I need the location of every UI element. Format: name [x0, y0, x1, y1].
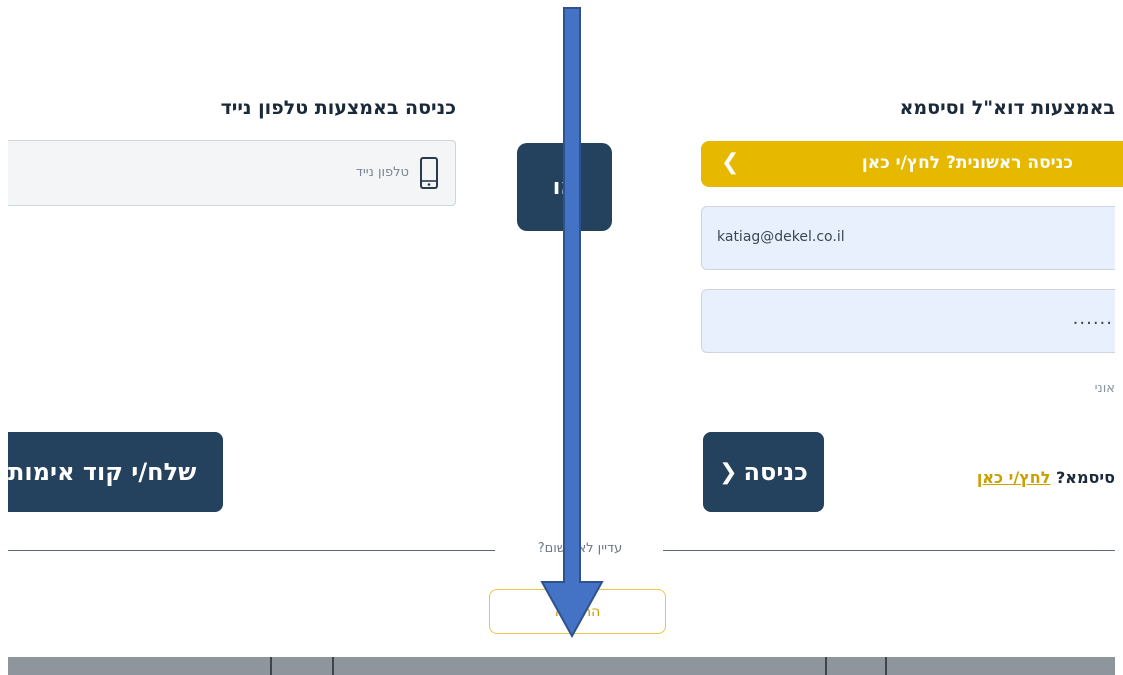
bottom-bar-separator	[270, 657, 272, 675]
bottom-bar-separator	[885, 657, 887, 675]
phone-placeholder: טלפון נייד	[355, 165, 409, 180]
bottom-bar-separator	[332, 657, 334, 675]
login-button[interactable]: כניסה ❮	[703, 432, 824, 512]
phone-login-heading: כניסה באמצעות טלפון נייד	[220, 97, 456, 119]
down-arrow-annotation	[540, 7, 604, 639]
first-login-label: כניסה ראשונית? לחץ/י כאן	[861, 153, 1073, 173]
bottom-bar-separator	[825, 657, 827, 675]
login-label: כניסה	[743, 458, 808, 486]
mobile-phone-icon	[420, 157, 438, 189]
divider-line-left	[8, 550, 495, 551]
chevron-left-icon: ❮	[721, 150, 740, 175]
bottom-bar	[8, 657, 1115, 675]
forgot-password-prefix: סיסמא?	[1050, 468, 1115, 487]
send-verification-code-button[interactable]: שלח/י קוד אימות	[8, 432, 223, 512]
remember-me-label[interactable]: אוני	[1095, 381, 1115, 396]
forgot-password-text: סיסמא? לחץ/י כאן	[977, 468, 1115, 487]
chevron-left-icon: ❮	[719, 459, 738, 485]
divider-line-right	[663, 550, 1115, 551]
send-code-label: שלח/י קוד אימות	[8, 458, 197, 486]
password-value: ......	[1072, 308, 1113, 329]
forgot-password-link[interactable]: לחץ/י כאן	[977, 468, 1051, 487]
phone-input[interactable]: טלפון נייד	[8, 140, 456, 206]
email-login-heading: באמצעות דוא"ל וסיסמא	[899, 97, 1115, 119]
email-input[interactable]: katiag@dekel.co.il	[701, 206, 1115, 270]
first-login-button[interactable]: כניסה ראשונית? לחץ/י כאן ❮	[701, 141, 1123, 187]
email-value: katiag@dekel.co.il	[717, 229, 845, 245]
password-input[interactable]: ......	[701, 289, 1115, 353]
